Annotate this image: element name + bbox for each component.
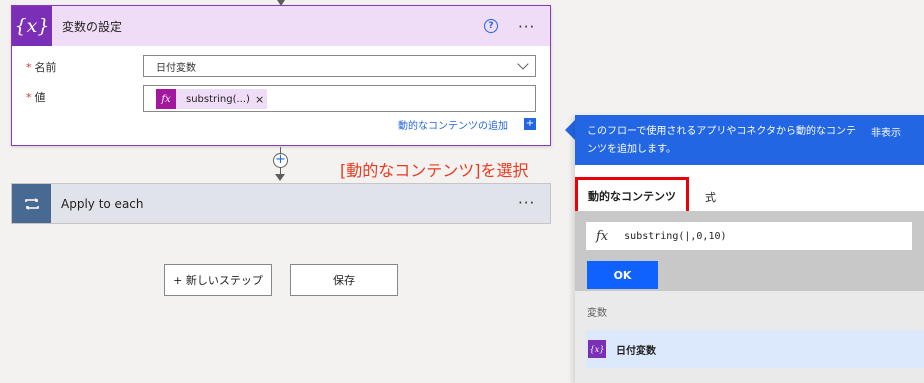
apply-to-each-title: Apply to each xyxy=(61,196,144,211)
required-mark: * xyxy=(26,91,32,104)
required-mark: * xyxy=(26,61,32,74)
function-icon: fx xyxy=(156,89,176,109)
add-dynamic-content-icon[interactable]: + xyxy=(524,118,536,130)
new-step-button[interactable]: + 新しいステップ xyxy=(164,264,272,296)
ok-button[interactable]: OK xyxy=(587,261,658,289)
value-label-text: 値 xyxy=(34,91,46,104)
help-icon[interactable]: ? xyxy=(484,19,498,33)
panel-tabs: 動的なコンテンツ 式 xyxy=(575,177,924,215)
more-options-icon[interactable]: ··· xyxy=(518,18,535,36)
variable-icon: {x} xyxy=(12,6,52,46)
set-variable-header[interactable]: {x} 変数の設定 ? ··· xyxy=(12,6,550,46)
add-dynamic-content-link[interactable]: 動的なコンテンツの追加 xyxy=(398,117,508,132)
variable-icon: {x} xyxy=(588,340,606,358)
expression-input[interactable]: fx substring(|,0,10) xyxy=(586,222,912,250)
tab-dynamic-content[interactable]: 動的なコンテンツ xyxy=(575,177,689,215)
connector-arrow-icon xyxy=(275,174,285,181)
more-options-icon[interactable]: ··· xyxy=(518,194,535,212)
insert-step-button[interactable]: + xyxy=(273,153,288,168)
chevron-down-icon xyxy=(517,58,529,70)
apply-to-each-card[interactable]: Apply to each ··· xyxy=(11,183,551,224)
variable-item-label: 日付変数 xyxy=(616,345,656,357)
name-field-label: * 名前 xyxy=(26,59,57,75)
name-select[interactable]: 日付変数 xyxy=(143,55,536,77)
token-text: substring(...) xyxy=(186,93,250,105)
value-field-label: * 値 xyxy=(26,89,46,105)
expression-text: substring(|,0,10) xyxy=(624,230,727,242)
annotation-text: [動的なコンテンツ]を選択 xyxy=(340,161,529,180)
name-select-value: 日付変数 xyxy=(156,62,196,74)
remove-token-icon[interactable]: × xyxy=(255,93,267,106)
function-icon: fx xyxy=(596,228,609,244)
variables-label: 変数 xyxy=(587,308,607,319)
dynamic-content-panel[interactable]: このフローで使用されるアプリやコネクタから動的なコンテンツを追加します。 非表示… xyxy=(575,115,924,383)
name-label-text: 名前 xyxy=(34,61,57,74)
set-variable-title: 変数の設定 xyxy=(62,19,123,34)
value-input[interactable]: fx substring(...) × xyxy=(143,85,536,112)
variable-item[interactable]: {x} 日付変数 xyxy=(586,330,924,368)
set-variable-card[interactable]: {x} 変数の設定 ? ··· * 名前 日付変数 * 値 fx substring… xyxy=(11,5,551,146)
loop-icon xyxy=(12,184,51,223)
panel-pointer xyxy=(565,120,575,140)
variables-section: 変数 {x} 日付変数 xyxy=(575,291,924,383)
expression-token[interactable]: fx substring(...) × xyxy=(156,89,268,109)
tab-expression[interactable]: 式 xyxy=(705,189,716,205)
save-button[interactable]: 保存 xyxy=(290,264,398,296)
expression-area: fx substring(|,0,10) OK xyxy=(575,211,924,291)
hide-panel-link[interactable]: 非表示 xyxy=(871,125,901,143)
panel-description: このフローで使用されるアプリやコネクタから動的なコンテンツを追加します。 xyxy=(587,126,856,155)
panel-header: このフローで使用されるアプリやコネクタから動的なコンテンツを追加します。 非表示 xyxy=(575,115,924,165)
